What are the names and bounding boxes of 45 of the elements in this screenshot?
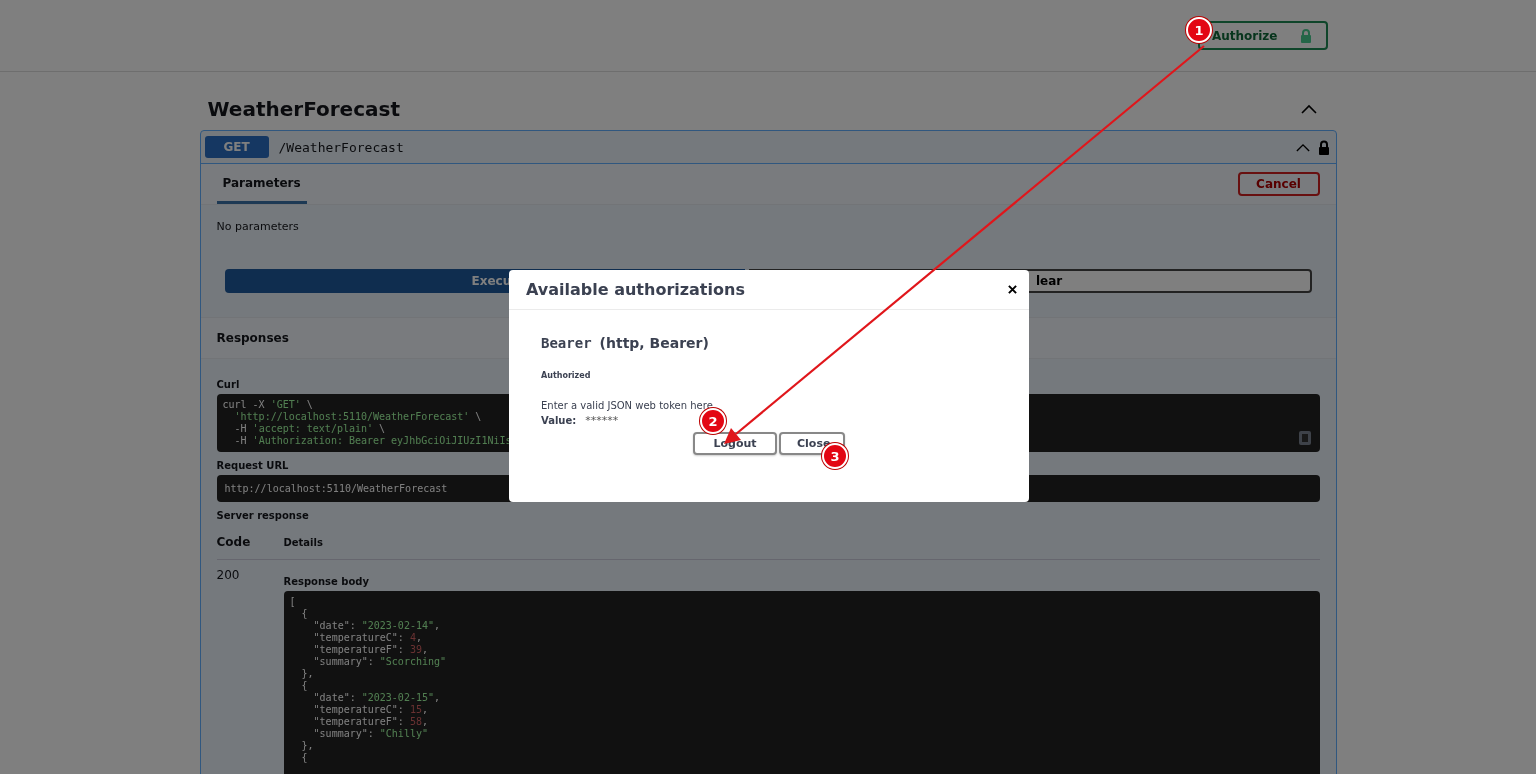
code-line: { <box>300 680 308 692</box>
section-title: WeatherForecast <box>207 97 400 121</box>
auth-status: Authorized <box>541 371 591 380</box>
curl-label: Curl <box>216 379 241 390</box>
step-badge: 1 <box>1186 17 1212 43</box>
code-line: { <box>300 608 308 620</box>
code-line: }, <box>300 740 314 752</box>
code-line: 'http://localhost:5110/WeatherForecast' \ <box>233 411 482 423</box>
value-label: Value: <box>541 415 577 426</box>
close-icon[interactable] <box>1008 285 1017 294</box>
code-line: { <box>300 752 308 764</box>
token-value: ****** <box>585 414 619 427</box>
request-url-label: Request URL <box>216 460 290 471</box>
dialog-button[interactable]: Logout <box>693 432 777 455</box>
code-line: "date": "2023-02-15", <box>312 692 441 704</box>
responses-heading: Responses <box>216 331 289 345</box>
code-line: -H 'Authorization: Bearer eyJhbGciOiJIUzI1NiIs <box>233 435 512 447</box>
code-line: [ <box>289 596 296 608</box>
code-line: "temperatureC": 4, <box>312 632 422 644</box>
code-line: }, <box>300 668 314 680</box>
scheme-name: Bearer <box>541 335 592 351</box>
status-code: 200 <box>216 568 241 584</box>
scheme-type: (http, Bearer) <box>599 335 709 351</box>
code-line: -H 'accept: text/plain' \ <box>233 423 386 435</box>
code-line: "summary": "Chilly" <box>312 728 428 740</box>
chevron-up-icon[interactable] <box>1295 142 1310 152</box>
code-line: "temperatureF": 58, <box>312 716 428 728</box>
code-line: "temperatureF": 39, <box>312 644 428 656</box>
code-line: "date": "2023-02-14", <box>312 620 441 632</box>
no-parameters-text: No parameters <box>216 220 299 233</box>
response-body-label: Response body <box>283 576 370 587</box>
column-header: Code <box>216 535 252 549</box>
endpoint-path: /WeatherForecast <box>278 139 404 155</box>
method-badge: GET <box>204 136 269 158</box>
parameters-tab[interactable]: Parameters <box>216 164 307 204</box>
cancel-button[interactable]: Cancel <box>1237 172 1320 196</box>
code-line: "summary": "Scorching" <box>312 656 447 668</box>
column-header: Details <box>283 536 323 548</box>
server-response-label: Server response <box>216 510 310 521</box>
lock-icon[interactable] <box>1317 139 1330 155</box>
step-badge: 2 <box>700 408 726 434</box>
code-line: curl -X 'GET' \ <box>222 399 313 411</box>
code-line: "temperatureC": 15, <box>312 704 428 716</box>
chevron-up-icon[interactable] <box>1300 104 1317 114</box>
lock-icon <box>1299 28 1312 43</box>
